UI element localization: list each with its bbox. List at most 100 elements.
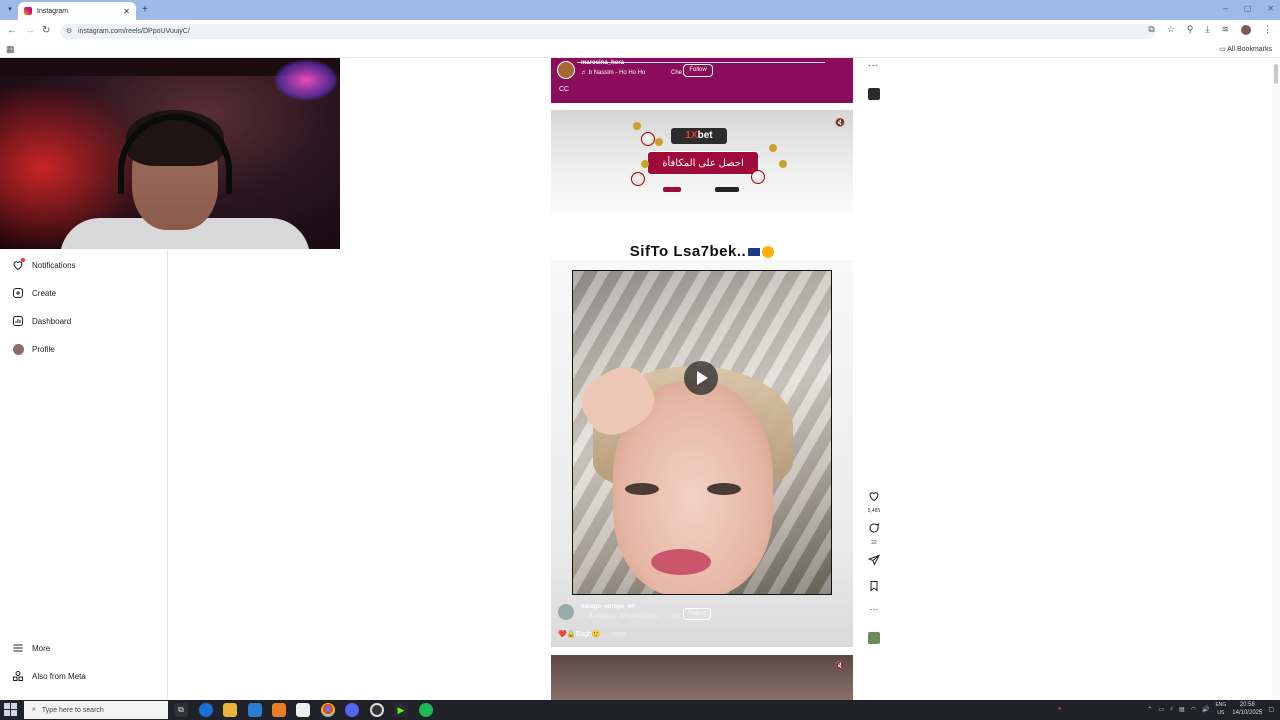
mute-icon[interactable]: 🔇 [835,118,845,127]
sidebar-item-dashboard[interactable]: Dashboard [12,315,71,327]
reel-username[interactable]: marocina_hora [581,60,624,66]
back-icon[interactable]: ← [7,25,17,36]
wifi-icon[interactable]: ◠ [1191,706,1196,713]
all-bookmarks[interactable]: ▭ All Bookmarks [1219,45,1272,53]
reel-username[interactable]: harago_europe_44 [581,604,634,610]
reel-mini-label: Mix [671,614,681,620]
file-explorer-icon[interactable] [223,703,237,717]
sponsored-ad[interactable]: 1Xbet احصل على المكافأة 🔇 [551,110,853,213]
notification-dot [21,258,25,262]
ad-cta-button[interactable] [663,187,681,192]
address-bar[interactable]: ⚙ instagram.com/reels/DPpoUVuuiyC/ [60,24,1155,39]
close-window-icon[interactable]: ✕ [1267,4,1274,13]
webcam-neon-sign [275,60,337,100]
play-icon [697,371,708,385]
scrollbar-thumb[interactable] [1274,64,1278,84]
reel-post-previous[interactable]: marocina_hora ♬ b Nassim - Ho Ho Ho Che … [551,58,853,103]
captions-icon[interactable]: CC [559,86,569,93]
play-button[interactable] [684,361,718,395]
share-button[interactable] [866,553,882,571]
like-count: 5,485 [867,508,881,514]
maximize-icon[interactable]: ▢ [1244,4,1252,13]
browser-tab[interactable]: Instagram ✕ [18,2,136,20]
sidebar-item-label: Notifications [32,260,76,270]
coin-icon [769,144,777,152]
flag-icon [748,248,761,257]
coin-icon [641,160,649,168]
store-icon[interactable] [296,703,310,717]
notifications-icon[interactable]: ▢ [1268,706,1274,713]
windows-start-icon[interactable] [4,703,18,717]
bookmark-star-icon[interactable]: ☆ [1167,24,1175,35]
audio-thumbnail[interactable] [868,632,880,644]
kick-icon[interactable]: ▶ [394,703,408,717]
extension-2-icon[interactable]: ≋ [1221,24,1229,35]
reel-description: ❤️🔒Bagh🙂... more [558,631,627,638]
heart-eyes-emoji-icon [762,246,775,259]
avatar-icon [12,343,24,355]
sidebar-item-more[interactable]: More [12,642,50,654]
reel-meta: harago_europe_44 ♬ Ballagena · Original … [558,604,848,644]
profile-avatar[interactable] [1241,24,1251,35]
edge-icon[interactable] [199,703,213,717]
chrome-icon[interactable] [321,703,335,717]
sidebar-item-label: Create [32,288,57,298]
audio-thumbnail[interactable] [868,88,880,100]
apps-grid-icon[interactable]: ▦ [6,44,15,55]
language-indicator[interactable]: ENG US [1215,701,1226,717]
scrollbar-track[interactable] [1272,58,1280,700]
reload-icon[interactable]: ↻ [42,25,50,36]
follow-button[interactable]: Follow [683,608,711,620]
volume-icon[interactable]: 🔊 [1202,706,1209,713]
record-indicator-icon[interactable]: ● [1058,706,1062,712]
site-info-icon[interactable]: ⚙ [66,24,72,39]
reel-audio[interactable]: ♬ Ballagena · Original audio [581,614,658,620]
mute-icon[interactable]: 🔇 [835,661,845,670]
close-tab-icon[interactable]: ✕ [123,7,130,16]
meta-icon [12,670,24,682]
more-link[interactable]: more [610,631,626,638]
sidebar-item-profile[interactable]: Profile [12,343,55,355]
outlook-icon[interactable] [248,703,262,717]
tray-chevron-icon[interactable]: ⌃ [1147,706,1152,713]
reel-post-next[interactable]: 🔇 [551,655,853,700]
avatar[interactable] [557,61,575,79]
coin-icon [655,138,663,146]
sidebar-item-create[interactable]: Create [12,287,56,299]
follow-button[interactable]: Follow [683,64,713,77]
battery-icon[interactable]: ▭ [1158,706,1164,713]
bookmarks-bar [0,42,1280,58]
forward-icon[interactable]: → [25,25,35,36]
comment-count: 22 [871,540,877,546]
download-icon[interactable]: ⤓ [1205,24,1209,35]
sidebar-item-notifications[interactable]: Notifications [12,258,76,271]
reel-video[interactable] [572,270,832,595]
tab-search-icon[interactable]: ▾ [4,4,16,16]
save-button[interactable] [866,579,882,597]
taskbar-search-input[interactable]: ⌕ Type here to search [24,701,168,719]
new-tab-icon[interactable]: + [142,4,148,15]
tab-title: Instagram [37,7,69,15]
discord-icon[interactable] [345,703,359,717]
task-view-icon[interactable]: ⧉ [174,703,188,717]
app-a-icon[interactable] [272,703,286,717]
like-button[interactable]: 5,485 [866,489,882,514]
avatar[interactable] [558,604,574,620]
reel-more-options-icon[interactable]: ··· [866,604,882,614]
clock[interactable]: 20:58 14/10/2025 [1232,701,1262,717]
more-options-icon[interactable]: ··· [868,60,878,71]
reel-extra-text: Che [671,70,683,76]
obs-icon[interactable] [370,703,384,717]
folder-icon: ▭ [1219,46,1226,53]
ad-secondary-button[interactable] [715,187,739,192]
reel-audio[interactable]: ♬ b Nassim - Ho Ho Ho [581,70,645,76]
minimize-icon[interactable]: – [1223,4,1227,13]
extensions-icon[interactable]: ⚲ [1187,24,1194,35]
network-icon[interactable]: ▤ [1179,706,1185,713]
microphone-icon[interactable]: ♪ [1170,706,1173,712]
comment-button[interactable]: 22 [866,521,882,546]
browser-menu-icon[interactable]: ⋮ [1263,24,1272,35]
spotify-icon[interactable] [419,703,433,717]
cast-icon[interactable]: ⧉ [1148,24,1154,35]
sidebar-item-also-from-meta[interactable]: Also from Meta [12,670,86,682]
